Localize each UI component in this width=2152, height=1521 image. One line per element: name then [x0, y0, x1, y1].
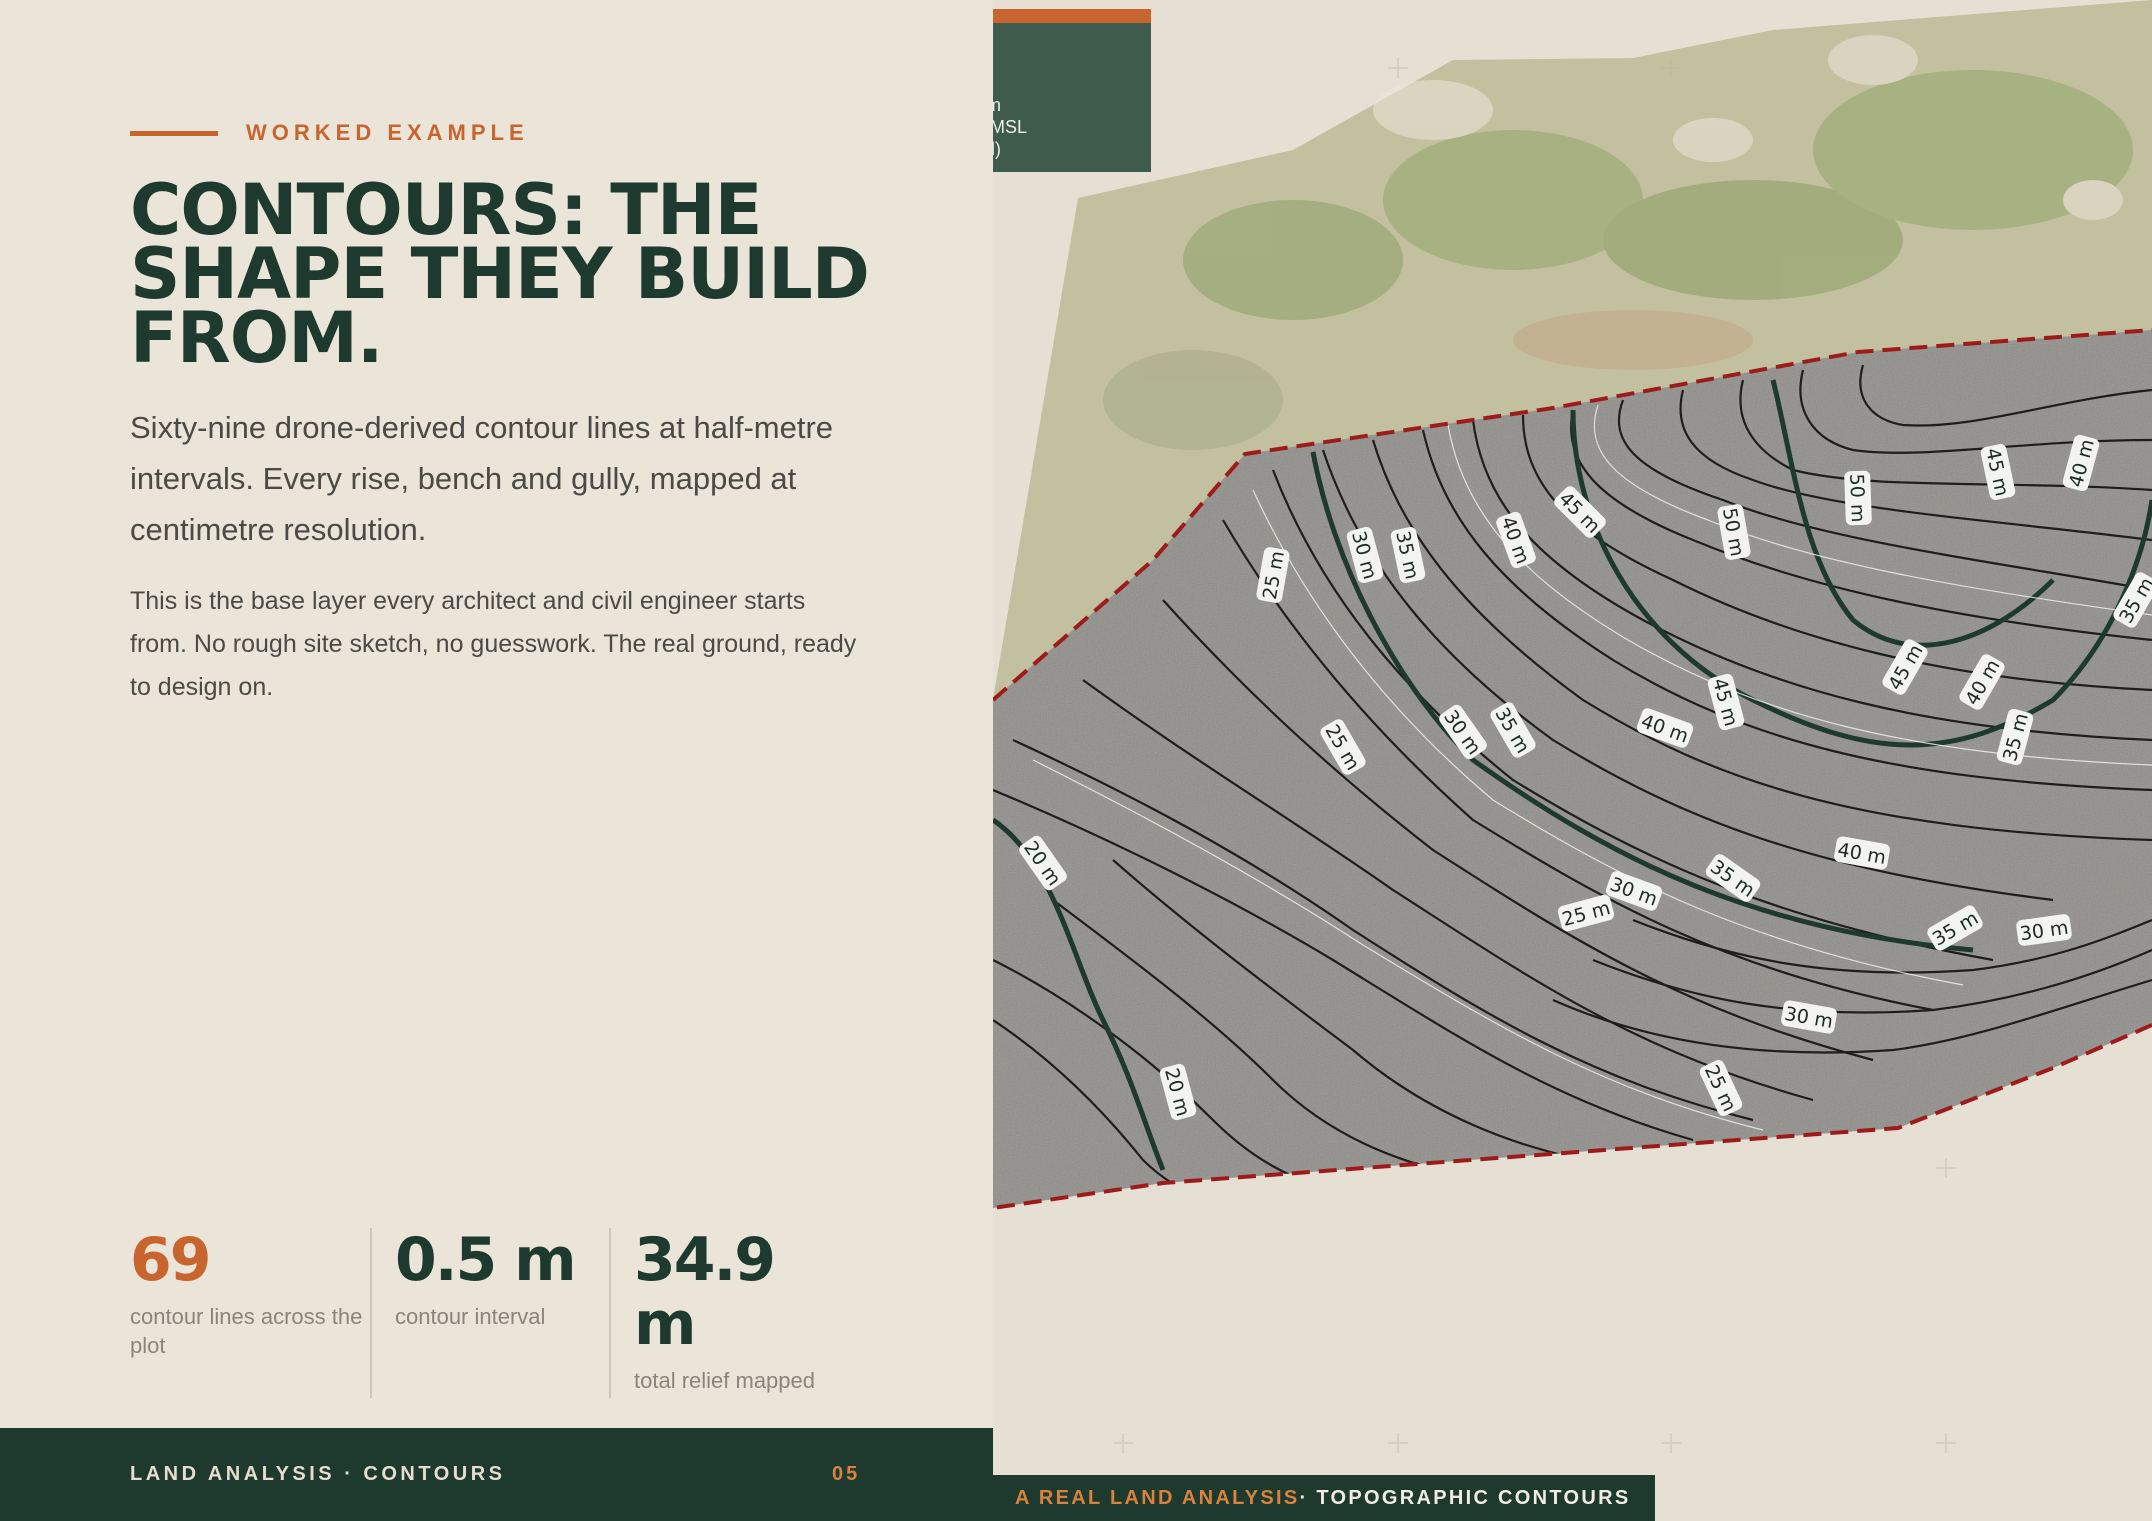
page-title: CONTOURS: THE SHAPE THEY BUILD FROM.	[130, 169, 870, 379]
stat-contour-count: 69 contour lines across the plot	[130, 1228, 370, 1398]
legend-line: 53 m	[993, 95, 1002, 115]
footer-bar: LAND ANALYSIS · CONTOURS 05	[0, 1428, 993, 1521]
eyebrow: WORKED EXAMPLE	[130, 120, 529, 146]
legend-card: m 53 m ox. MSL cted)	[993, 9, 1151, 172]
legend-accent-bar	[993, 9, 1151, 23]
stats-row: 69 contour lines across the plot 0.5 m c…	[130, 1228, 854, 1398]
contour-map: 25 m 30 m 35 m 40 m45 m 50 m50 m 45 m 40 m35 m…	[993, 0, 2152, 1521]
stat-contour-interval: 0.5 m contour interval	[370, 1228, 609, 1398]
map-caption-bar: A REAL LAND ANALYSIS · TOPOGRAPHIC CONTO…	[993, 1475, 1655, 1521]
contour-label-text: 50 m	[1845, 473, 1869, 522]
map-panel: 25 m 30 m 35 m 40 m 45 m 50 m 50 m 45 m 40 m 35 m…	[993, 0, 2152, 1521]
eyebrow-text: WORKED EXAMPLE	[246, 120, 529, 145]
footer-title: LAND ANALYSIS · CONTOURS	[130, 1463, 506, 1485]
left-panel: WORKED EXAMPLE CONTOURS: THE SHAPE THEY …	[0, 0, 993, 1521]
caption-secondary: · TOPOGRAPHIC CONTOURS	[1299, 1486, 1631, 1509]
page-number: 05	[832, 1463, 861, 1485]
stat-label: total relief mapped	[634, 1368, 815, 1393]
stat-value: 69	[130, 1225, 212, 1295]
stat-value: 0.5 m	[395, 1225, 577, 1295]
legend-line: cted)	[993, 139, 1002, 159]
contour-label: 50 m	[1844, 470, 1872, 526]
stat-label: contour interval	[395, 1304, 546, 1329]
body-paragraph: This is the base layer every architect a…	[130, 587, 857, 701]
eyebrow-rule	[130, 130, 218, 136]
legend-line: ox. MSL	[993, 117, 1028, 137]
stat-total-relief: 34.9 m total relief mapped	[609, 1228, 854, 1398]
stat-label: contour lines across the plot	[130, 1304, 363, 1358]
lede-paragraph: Sixty-nine drone-derived contour lines a…	[130, 410, 834, 547]
stat-value: 34.9 m	[634, 1225, 776, 1359]
caption-primary: A REAL LAND ANALYSIS	[1015, 1486, 1300, 1509]
